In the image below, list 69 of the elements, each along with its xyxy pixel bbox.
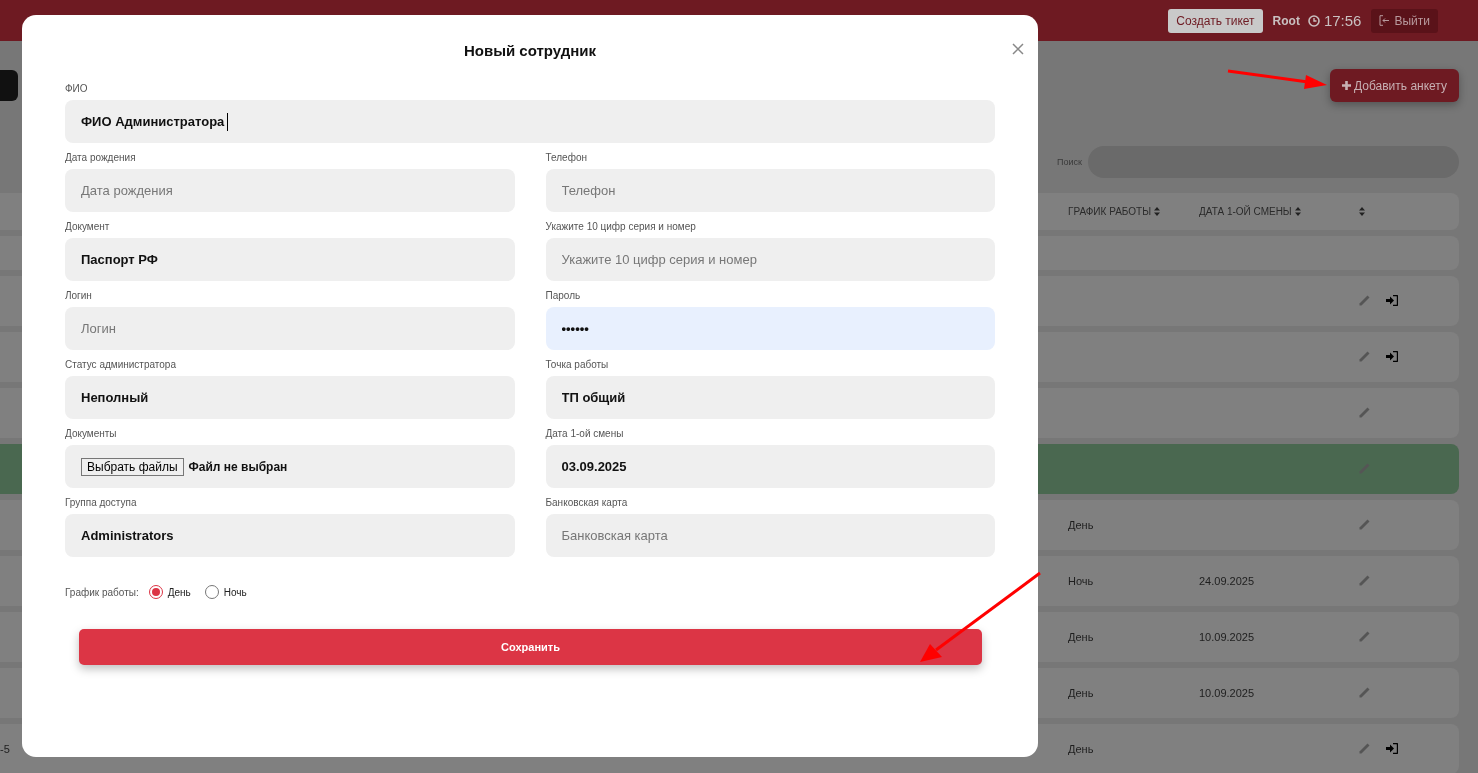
- field-label: ФИО: [65, 82, 89, 95]
- pencil-icon[interactable]: [1359, 518, 1370, 530]
- pencil-icon[interactable]: [1359, 630, 1370, 642]
- column-header[interactable]: ГРАФИК РАБОТЫ: [1068, 206, 1199, 217]
- login-icon[interactable]: [1386, 350, 1398, 362]
- clock-time: 17:56: [1323, 12, 1362, 29]
- field-label: Дата рождения: [65, 151, 137, 164]
- field-label: Документы: [65, 427, 118, 440]
- sort-icon[interactable]: [1294, 207, 1301, 216]
- user-name: Root: [1272, 13, 1300, 28]
- pencil-icon[interactable]: [1359, 294, 1370, 306]
- file-status: Файл не выбран: [188, 459, 288, 474]
- table-cell: 10.09.2025: [1199, 687, 1255, 699]
- password-field[interactable]: ••••••: [545, 307, 995, 350]
- input-field[interactable]: Паспорт РФ: [65, 238, 515, 281]
- pencil-icon[interactable]: [1359, 350, 1370, 362]
- table-cell: День: [1068, 687, 1094, 699]
- save-button[interactable]: Сохранить: [79, 629, 982, 665]
- radio-label: День: [167, 586, 191, 598]
- create-ticket-button[interactable]: Создать тикет: [1168, 8, 1263, 33]
- sort-icon[interactable]: [1154, 207, 1160, 216]
- sort-icon[interactable]: [1359, 206, 1365, 216]
- choose-files-button[interactable]: Выбрать файлы: [81, 457, 184, 476]
- field-label: Логин: [65, 289, 93, 302]
- input-field[interactable]: Банковская карта: [545, 514, 995, 557]
- table-cell: -5: [0, 743, 10, 755]
- table-cell: День: [1068, 631, 1094, 643]
- add-form-button[interactable]: Добавить анкету: [1330, 69, 1459, 102]
- close-icon[interactable]: [1012, 43, 1024, 55]
- login-icon[interactable]: [1386, 742, 1398, 754]
- input-field[interactable]: ТП общий: [545, 376, 995, 419]
- clock-icon: [1307, 14, 1320, 27]
- search-label: Поиск: [1057, 157, 1082, 167]
- logout-button[interactable]: Выйти: [1371, 8, 1438, 33]
- dark-button[interactable]: [0, 70, 18, 101]
- pencil-icon[interactable]: [1359, 406, 1370, 418]
- pencil-icon[interactable]: [1359, 686, 1370, 698]
- logout-icon: [1379, 15, 1391, 26]
- input-field[interactable]: ФИО Администратора: [65, 100, 995, 143]
- table-cell: День: [1068, 743, 1094, 755]
- field-label: Точка работы: [545, 358, 610, 371]
- field-label: Банковская карта: [545, 496, 629, 509]
- table-cell: 24.09.2025: [1199, 575, 1255, 587]
- table-cell: День: [1068, 519, 1094, 531]
- pencil-icon[interactable]: [1359, 742, 1370, 754]
- field-label: Укажите 10 цифр серия и номер: [545, 220, 697, 233]
- schedule-label: График работы:: [65, 586, 139, 598]
- field-label: Документ: [65, 220, 111, 233]
- input-field[interactable]: Телефон: [545, 169, 995, 212]
- input-field[interactable]: Неполный: [65, 376, 515, 419]
- input-field[interactable]: 03.09.2025: [545, 445, 995, 488]
- radio-label: Ночь: [223, 586, 247, 598]
- plus-icon: [1342, 81, 1352, 90]
- pencil-icon[interactable]: [1359, 574, 1370, 586]
- input-field[interactable]: Логин: [65, 307, 515, 350]
- table-cell: 10.09.2025: [1199, 631, 1255, 643]
- field-label: Пароль: [545, 289, 582, 302]
- field-label: Группа доступа: [65, 496, 138, 509]
- field-label: Телефон: [545, 151, 588, 164]
- login-icon[interactable]: [1386, 294, 1398, 306]
- input-field[interactable]: Дата рождения: [65, 169, 515, 212]
- column-header[interactable]: ДАТА 1-ОЙ СМЕНЫ: [1199, 206, 1359, 217]
- field-label: Статус администратора: [65, 358, 177, 371]
- input-field[interactable]: Укажите 10 цифр серия и номер: [545, 238, 995, 281]
- file-input-field[interactable]: Выбрать файлы Файл не выбран: [65, 445, 515, 488]
- field-label: Дата 1-ой смены: [545, 427, 625, 440]
- input-field[interactable]: Administrators: [65, 514, 515, 557]
- modal-title: Новый сотрудник: [462, 42, 598, 59]
- table-cell: Ночь: [1068, 575, 1094, 587]
